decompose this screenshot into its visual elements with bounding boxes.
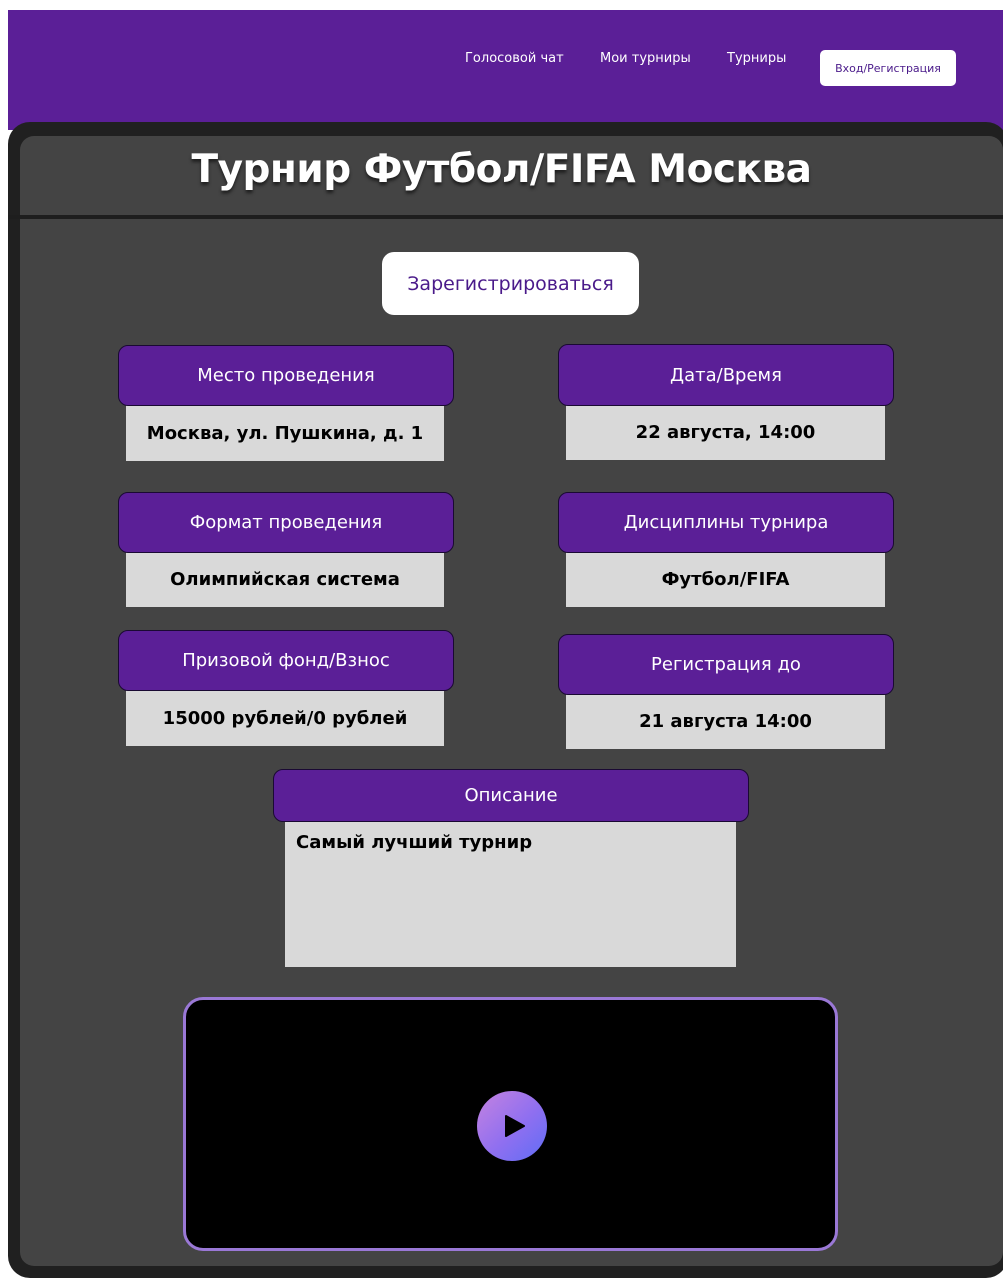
registration-deadline-label: Регистрация до — [558, 634, 894, 695]
play-icon — [505, 1115, 525, 1137]
title-divider — [8, 215, 1003, 219]
disciplines-value: Футбол/FIFA — [566, 552, 885, 607]
prize-label: Призовой фонд/Взнос — [118, 630, 454, 691]
video-player[interactable] — [183, 997, 838, 1251]
venue-value: Москва, ул. Пушкина, д. 1 — [126, 405, 444, 461]
description-label: Описание — [273, 769, 749, 822]
datetime-label: Дата/Время — [558, 344, 894, 406]
description-value: Самый лучший турнир — [285, 820, 736, 967]
venue-label: Место проведения — [118, 345, 454, 406]
format-label: Формат проведения — [118, 492, 454, 553]
play-button[interactable] — [477, 1091, 547, 1161]
nav-tournaments[interactable]: Турниры — [727, 51, 786, 66]
login-register-button[interactable]: Вход/Регистрация — [820, 50, 956, 86]
nav-voice-chat[interactable]: Голосовой чат — [465, 51, 564, 66]
datetime-value: 22 августа, 14:00 — [566, 405, 885, 460]
format-value: Олимпийская система — [126, 552, 444, 607]
prize-value: 15000 рублей/0 рублей — [126, 690, 444, 746]
page: Голосовой чат Мои турниры Турниры Вход/Р… — [0, 0, 1003, 1287]
page-title: Турнир Футбол/FIFA Москва — [191, 147, 812, 192]
nav-my-tournaments[interactable]: Мои турниры — [600, 51, 691, 66]
disciplines-label: Дисциплины турнира — [558, 492, 894, 553]
register-button[interactable]: Зарегистрироваться — [382, 252, 639, 315]
registration-deadline-value: 21 августа 14:00 — [566, 694, 885, 749]
